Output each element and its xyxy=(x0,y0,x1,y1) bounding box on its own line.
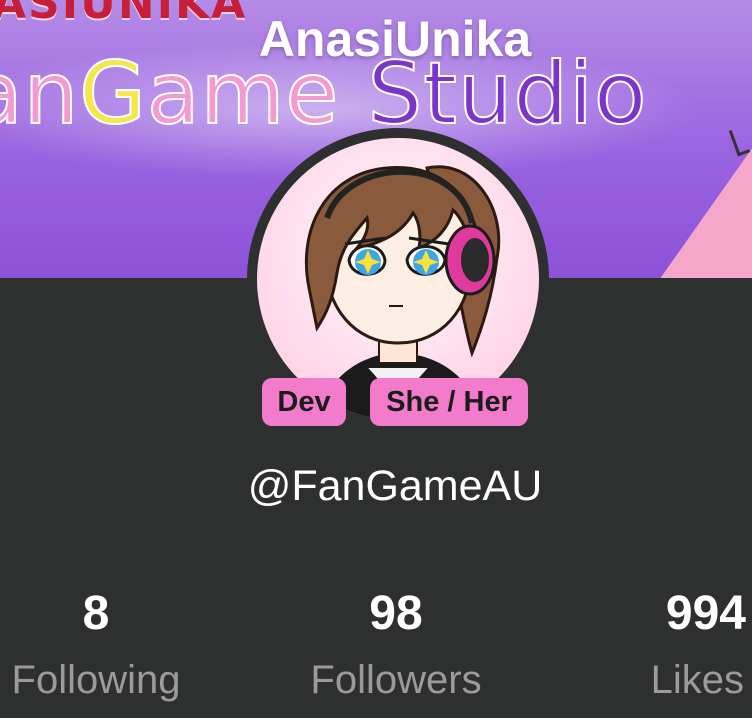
stat-followers-label: Followers xyxy=(310,658,482,702)
stat-following[interactable]: 8 Following xyxy=(0,588,192,704)
stat-likes-count: 994 xyxy=(665,587,746,640)
stat-followers[interactable]: 98 Followers xyxy=(296,588,496,704)
profile-name: AnasiUnika xyxy=(258,11,532,67)
stat-following-label: Following xyxy=(11,658,181,702)
badge-pronouns[interactable]: She / Her xyxy=(370,378,528,426)
stat-following-count: 8 xyxy=(82,587,110,640)
stat-likes[interactable]: 994 Likes xyxy=(640,588,752,704)
badge-dev[interactable]: Dev xyxy=(262,378,346,426)
stat-likes-label: Likes xyxy=(650,658,744,702)
profile-handle: @FanGameAU xyxy=(247,462,543,510)
stat-followers-count: 98 xyxy=(369,587,423,640)
profile-badges: Dev She / Her xyxy=(0,378,752,428)
